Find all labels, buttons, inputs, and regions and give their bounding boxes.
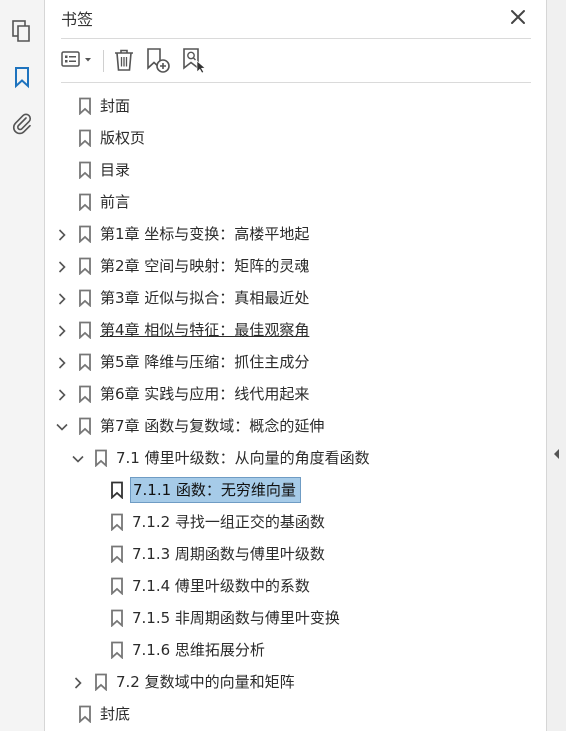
panel-splitter[interactable] <box>546 0 566 731</box>
bookmark-icon <box>94 449 108 468</box>
chevron-down-icon[interactable] <box>55 419 69 433</box>
bookmark-label[interactable]: 版权页 <box>98 126 149 150</box>
chevron-right-icon[interactable] <box>55 355 69 369</box>
bookmark-row[interactable]: 目录 <box>45 154 545 186</box>
toolbar-divider <box>61 82 531 83</box>
panel-title: 书签 <box>61 10 94 29</box>
bookmark-icon <box>110 577 124 596</box>
bookmark-icon <box>78 289 92 308</box>
bookmark-icon <box>78 353 92 372</box>
chevron-right-icon[interactable] <box>55 323 69 337</box>
bookmark-ribbon-icon[interactable] <box>9 64 35 90</box>
bookmark-row[interactable]: 7.1.6 思维拓展分析 <box>45 634 545 666</box>
bookmark-label[interactable]: 第5章 降维与压缩：抓住主成分 <box>98 350 313 374</box>
bookmark-icon <box>110 545 124 564</box>
bookmark-row[interactable]: 第3章 近似与拟合：真相最近处 <box>45 282 545 314</box>
bookmark-label[interactable]: 7.1.2 寻找一组正交的基函数 <box>130 510 329 534</box>
bookmark-row[interactable]: 版权页 <box>45 122 545 154</box>
pages-icon[interactable] <box>9 18 35 44</box>
bookmark-label[interactable]: 第7章 函数与复数域：概念的延伸 <box>98 414 328 438</box>
bookmark-row[interactable]: 7.1.2 寻找一组正交的基函数 <box>45 506 545 538</box>
options-menu-button[interactable] <box>59 46 99 74</box>
chevron-right-icon[interactable] <box>55 259 69 273</box>
bookmark-row[interactable]: 7.1.5 非周期函数与傅里叶变换 <box>45 602 545 634</box>
close-icon[interactable] <box>507 6 529 28</box>
bookmark-row[interactable]: 7.1.1 函数：无穷维向量 <box>45 474 545 506</box>
bookmark-label[interactable]: 7.1.4 傅里叶级数中的系数 <box>130 574 314 598</box>
bookmark-row[interactable]: 第7章 函数与复数域：概念的延伸 <box>45 410 545 442</box>
bookmark-icon <box>110 481 124 500</box>
bookmark-label[interactable]: 前言 <box>98 190 134 214</box>
bookmark-label[interactable]: 7.1.5 非周期函数与傅里叶变换 <box>130 606 344 630</box>
bookmark-icon <box>78 705 92 724</box>
bookmark-label[interactable]: 7.1.6 思维拓展分析 <box>130 638 269 662</box>
trash-icon[interactable] <box>111 46 137 74</box>
bookmark-label[interactable]: 7.1.1 函数：无穷维向量 <box>130 477 301 503</box>
bookmark-label[interactable]: 第3章 近似与拟合：真相最近处 <box>98 286 313 310</box>
bookmark-row[interactable]: 第4章 相似与特征：最佳观察角 <box>45 314 545 346</box>
chevron-down-icon[interactable] <box>71 451 85 465</box>
bookmark-label[interactable]: 第6章 实践与应用：线代用起来 <box>98 382 313 406</box>
chevron-right-icon[interactable] <box>71 675 85 689</box>
bookmark-row[interactable]: 7.2 复数域中的向量和矩阵 <box>45 666 545 698</box>
bookmark-label[interactable]: 目录 <box>98 158 134 182</box>
bookmark-icon <box>110 609 124 628</box>
bookmark-row[interactable]: 第6章 实践与应用：线代用起来 <box>45 378 545 410</box>
bookmark-search-icon[interactable] <box>180 46 208 74</box>
bookmark-icon <box>78 97 92 116</box>
toolbar-separator <box>103 50 104 72</box>
bookmark-row[interactable]: 7.1 傅里叶级数：从向量的角度看函数 <box>45 442 545 474</box>
bookmark-label[interactable]: 7.1.3 周期函数与傅里叶级数 <box>130 542 329 566</box>
bookmark-icon <box>110 513 124 532</box>
chevron-right-icon[interactable] <box>55 227 69 241</box>
bookmark-icon <box>78 257 92 276</box>
navigation-rail <box>0 0 45 731</box>
bookmark-icon <box>78 129 92 148</box>
new-bookmark-icon[interactable] <box>144 46 172 74</box>
bookmark-row[interactable]: 封底 <box>45 698 545 730</box>
paperclip-icon[interactable] <box>9 110 35 136</box>
bookmarks-panel: 书签 封面 版权页 目录 前言 第1章 坐标与变换：高楼平地起 第2章 空间与映… <box>45 0 545 731</box>
bookmark-icon <box>78 417 92 436</box>
bookmark-icon <box>78 161 92 180</box>
bookmark-label[interactable]: 第2章 空间与映射：矩阵的灵魂 <box>98 254 313 278</box>
bookmark-row[interactable]: 封面 <box>45 90 545 122</box>
bookmark-row[interactable]: 第1章 坐标与变换：高楼平地起 <box>45 218 545 250</box>
bookmark-icon <box>78 385 92 404</box>
bookmark-row[interactable]: 7.1.3 周期函数与傅里叶级数 <box>45 538 545 570</box>
bookmark-icon <box>94 673 108 692</box>
bookmark-row[interactable]: 前言 <box>45 186 545 218</box>
bookmark-label[interactable]: 第4章 相似与特征：最佳观察角 <box>98 318 313 342</box>
bookmark-label[interactable]: 7.2 复数域中的向量和矩阵 <box>114 670 299 694</box>
bookmark-label[interactable]: 第1章 坐标与变换：高楼平地起 <box>98 222 313 246</box>
bookmark-icon <box>78 321 92 340</box>
bookmark-label[interactable]: 封面 <box>98 94 134 118</box>
collapse-panel-icon[interactable] <box>552 446 562 462</box>
bookmark-label[interactable]: 7.1 傅里叶级数：从向量的角度看函数 <box>114 446 374 470</box>
chevron-right-icon[interactable] <box>55 387 69 401</box>
chevron-right-icon[interactable] <box>55 291 69 305</box>
bookmark-icon <box>110 641 124 660</box>
bookmark-row[interactable]: 第2章 空间与映射：矩阵的灵魂 <box>45 250 545 282</box>
header-divider <box>61 38 531 39</box>
bookmark-icon <box>78 225 92 244</box>
bookmark-icon <box>78 193 92 212</box>
bookmark-row[interactable]: 7.1.4 傅里叶级数中的系数 <box>45 570 545 602</box>
bookmark-row[interactable]: 第5章 降维与压缩：抓住主成分 <box>45 346 545 378</box>
bookmark-label[interactable]: 封底 <box>98 702 134 726</box>
